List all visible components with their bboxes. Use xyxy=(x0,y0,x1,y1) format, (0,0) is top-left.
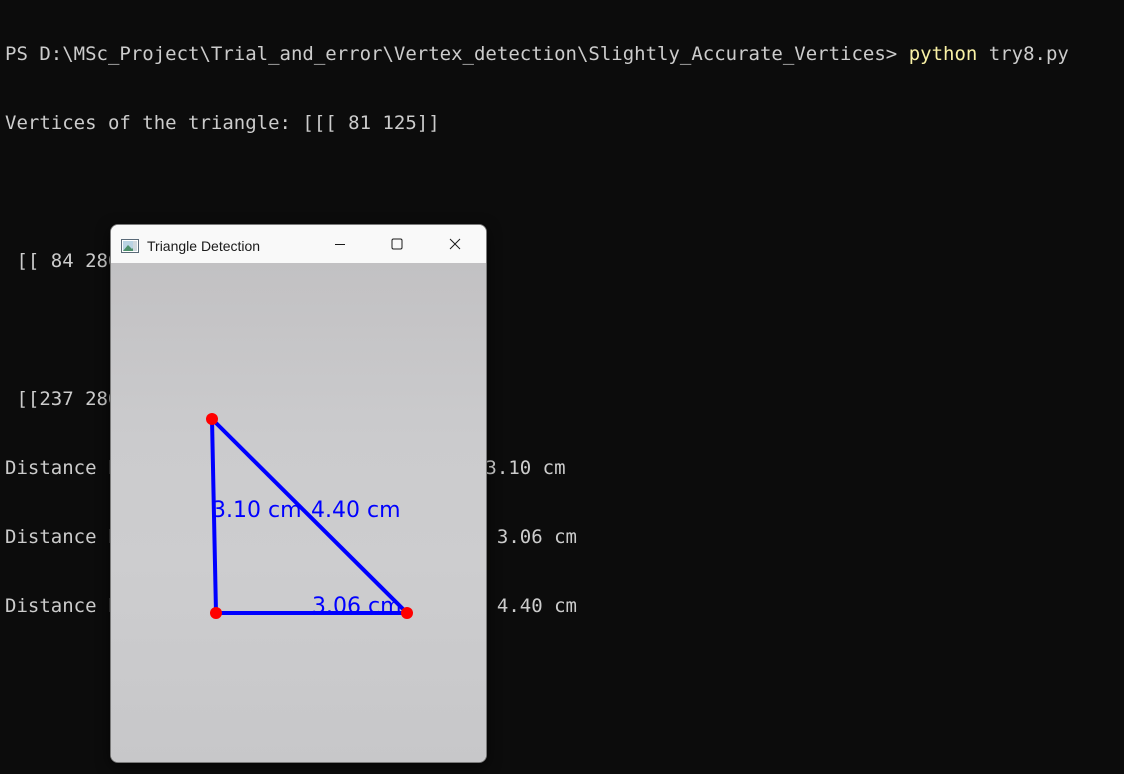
prompt-path: PS D:\MSc_Project\Trial_and_error\Vertex… xyxy=(5,43,909,65)
maximize-button[interactable] xyxy=(374,225,420,263)
vertex-point xyxy=(210,607,222,619)
close-button[interactable] xyxy=(432,225,478,263)
minimize-icon xyxy=(334,233,346,256)
image-window-icon xyxy=(121,236,139,253)
minimize-button[interactable] xyxy=(317,225,363,263)
detection-overlay: 3.10 cm 4.40 cm 3.06 cm xyxy=(206,413,413,619)
window-title: Triangle Detection xyxy=(147,238,261,254)
close-icon xyxy=(449,233,461,256)
detection-image: 3.10 cm 4.40 cm 3.06 cm xyxy=(111,263,486,762)
side-label-bottom: 3.06 cm xyxy=(312,594,402,619)
vertex-point xyxy=(206,413,218,425)
command-line: PS D:\MSc_Project\Trial_and_error\Vertex… xyxy=(5,43,1069,66)
command-args: try8.py xyxy=(977,43,1069,65)
side-label-left: 3.10 cm xyxy=(212,498,302,523)
terminal-window[interactable]: PS D:\MSc_Project\Trial_and_error\Vertex… xyxy=(0,0,1124,774)
maximize-icon xyxy=(391,233,403,256)
triangle-detection-window[interactable]: Triangle Detection 3.10 cm 4.40 cm 3.06 … xyxy=(110,224,487,763)
command-keyword: python xyxy=(908,43,978,65)
side-label-hypotenuse: 4.40 cm xyxy=(311,498,401,523)
window-titlebar[interactable]: Triangle Detection xyxy=(111,225,486,263)
vertex-point xyxy=(401,607,413,619)
output-line: Vertices of the triangle: [[[ 81 125]] xyxy=(5,112,440,134)
